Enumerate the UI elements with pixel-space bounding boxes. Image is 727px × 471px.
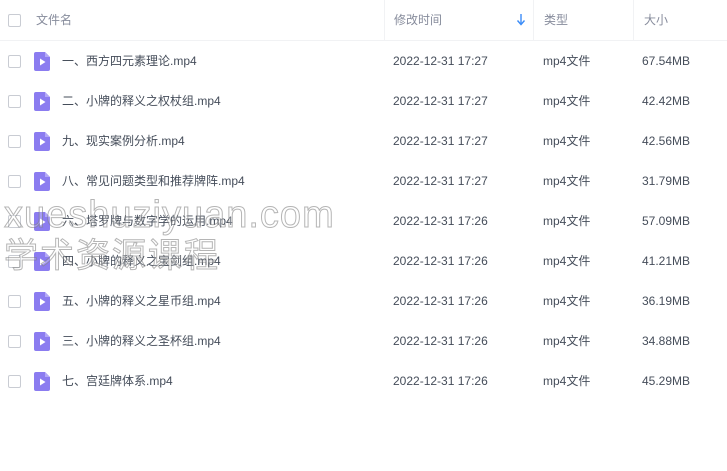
file-name[interactable]: 一、西方四元素理论.mp4 <box>62 41 197 81</box>
file-size: 42.56MB <box>642 134 691 148</box>
file-row[interactable]: 六、塔罗牌与数字学的运用.mp4 2022-12-31 17:26 mp4文件 … <box>0 201 727 241</box>
file-size: 31.79MB <box>642 174 691 188</box>
file-mtime: 2022-12-31 17:27 <box>393 174 488 188</box>
row-checkbox[interactable] <box>8 295 21 308</box>
video-file-icon <box>34 372 50 391</box>
file-size: 42.42MB <box>642 94 691 108</box>
file-size: 34.88MB <box>642 334 691 348</box>
video-file-icon <box>34 252 50 271</box>
column-header-mtime-label: 修改时间 <box>394 13 443 27</box>
file-rows: 一、西方四元素理论.mp4 2022-12-31 17:27 mp4文件 67.… <box>0 41 727 401</box>
file-type: mp4文件 <box>543 174 591 188</box>
row-checkbox[interactable] <box>8 135 21 148</box>
file-name[interactable]: 九、现实案例分析.mp4 <box>62 121 185 161</box>
file-size: 41.21MB <box>642 254 691 268</box>
file-row[interactable]: 七、宫廷牌体系.mp4 2022-12-31 17:26 mp4文件 45.29… <box>0 361 727 401</box>
file-type: mp4文件 <box>543 54 591 68</box>
video-file-icon <box>34 172 50 191</box>
file-list-header: 文件名 修改时间 类型 大小 <box>0 0 727 41</box>
file-size: 57.09MB <box>642 214 691 228</box>
file-type: mp4文件 <box>543 254 591 268</box>
video-file-icon <box>34 132 50 151</box>
file-mtime: 2022-12-31 17:26 <box>393 214 488 228</box>
video-file-icon <box>34 52 50 71</box>
file-mtime: 2022-12-31 17:26 <box>393 294 488 308</box>
file-row[interactable]: 五、小牌的释义之星币组.mp4 2022-12-31 17:26 mp4文件 3… <box>0 281 727 321</box>
column-header-type[interactable]: 类型 <box>533 0 633 40</box>
file-type: mp4文件 <box>543 334 591 348</box>
video-file-icon <box>34 332 50 351</box>
file-row[interactable]: 四、小牌的释义之宝剑组.mp4 2022-12-31 17:26 mp4文件 4… <box>0 241 727 281</box>
file-type: mp4文件 <box>543 214 591 228</box>
video-file-icon <box>34 212 50 231</box>
file-row[interactable]: 二、小牌的释义之权杖组.mp4 2022-12-31 17:27 mp4文件 4… <box>0 81 727 121</box>
file-size: 36.19MB <box>642 294 691 308</box>
file-type: mp4文件 <box>543 294 591 308</box>
column-header-size[interactable]: 大小 <box>633 0 727 40</box>
file-list: 文件名 修改时间 类型 大小 一、西方四元素理论.mp4 2022-12-31 … <box>0 0 727 401</box>
file-name[interactable]: 四、小牌的释义之宝剑组.mp4 <box>62 241 221 281</box>
file-name[interactable]: 五、小牌的释义之星币组.mp4 <box>62 281 221 321</box>
file-name[interactable]: 七、宫廷牌体系.mp4 <box>62 361 173 401</box>
file-mtime: 2022-12-31 17:26 <box>393 254 488 268</box>
file-name[interactable]: 二、小牌的释义之权杖组.mp4 <box>62 81 221 121</box>
select-all-checkbox[interactable] <box>8 14 21 27</box>
file-size: 45.29MB <box>642 374 691 388</box>
row-checkbox[interactable] <box>8 55 21 68</box>
file-type: mp4文件 <box>543 94 591 108</box>
file-type: mp4文件 <box>543 374 591 388</box>
file-type: mp4文件 <box>543 134 591 148</box>
video-file-icon <box>34 92 50 111</box>
file-name[interactable]: 六、塔罗牌与数字学的运用.mp4 <box>62 201 233 241</box>
file-row[interactable]: 八、常见问题类型和推荐牌阵.mp4 2022-12-31 17:27 mp4文件… <box>0 161 727 201</box>
row-checkbox[interactable] <box>8 375 21 388</box>
sort-descending-icon[interactable] <box>516 13 526 27</box>
file-name[interactable]: 八、常见问题类型和推荐牌阵.mp4 <box>62 161 245 201</box>
column-header-name[interactable]: 文件名 <box>36 0 384 40</box>
file-mtime: 2022-12-31 17:27 <box>393 134 488 148</box>
file-size: 67.54MB <box>642 54 691 68</box>
row-checkbox[interactable] <box>8 335 21 348</box>
row-checkbox[interactable] <box>8 255 21 268</box>
file-mtime: 2022-12-31 17:27 <box>393 54 488 68</box>
file-mtime: 2022-12-31 17:27 <box>393 94 488 108</box>
file-row[interactable]: 九、现实案例分析.mp4 2022-12-31 17:27 mp4文件 42.5… <box>0 121 727 161</box>
file-name[interactable]: 三、小牌的释义之圣杯组.mp4 <box>62 321 221 361</box>
row-checkbox[interactable] <box>8 215 21 228</box>
column-header-mtime[interactable]: 修改时间 <box>384 0 532 40</box>
video-file-icon <box>34 292 50 311</box>
file-mtime: 2022-12-31 17:26 <box>393 334 488 348</box>
file-row[interactable]: 三、小牌的释义之圣杯组.mp4 2022-12-31 17:26 mp4文件 3… <box>0 321 727 361</box>
row-checkbox[interactable] <box>8 95 21 108</box>
file-row[interactable]: 一、西方四元素理论.mp4 2022-12-31 17:27 mp4文件 67.… <box>0 41 727 81</box>
row-checkbox[interactable] <box>8 175 21 188</box>
file-mtime: 2022-12-31 17:26 <box>393 374 488 388</box>
